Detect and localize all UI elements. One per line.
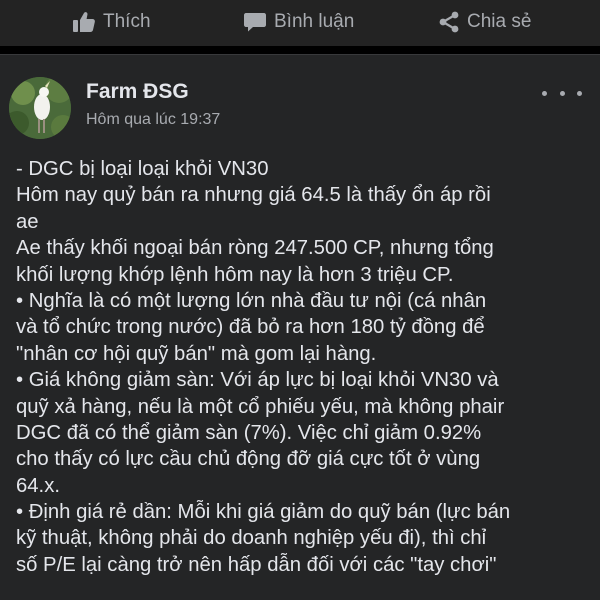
avatar-bird-image — [9, 77, 71, 139]
like-label: Thích — [103, 11, 151, 32]
like-button[interactable]: Thích — [72, 0, 151, 44]
comment-label: Bình luận — [274, 11, 355, 32]
post-text-line: • Nghĩa là có một lượng lớn nhà đầu tư n… — [16, 289, 487, 312]
post-timestamp[interactable]: Hôm qua lúc 19:37 — [86, 111, 220, 129]
share-icon — [438, 11, 460, 33]
post-text-line: cho thấy có lực cầu chủ động đỡ giá cực … — [16, 448, 481, 471]
more-options-button[interactable] — [542, 85, 582, 101]
post-text-line: • Giá không giảm sàn: Với áp lực bị loại… — [16, 369, 499, 392]
post-text: - DGC bị loại loại khỏi VN30 Hôm nay quỷ… — [16, 156, 596, 578]
post-text-line: kỹ thuật, không phải do doanh nghiệp yếu… — [16, 527, 487, 550]
more-dots-icon — [542, 90, 547, 96]
post-text-line: số P/E lại càng trở nên hấp dẫn đối với … — [16, 553, 497, 576]
author-name[interactable]: Farm ĐSG — [86, 80, 189, 104]
post-text-line: ae — [16, 210, 39, 233]
post-text-line: - DGC bị loại loại khỏi VN30 — [16, 158, 269, 180]
more-dots-icon — [559, 90, 565, 96]
post-text-line: "nhân cơ hội quỹ bán" mà gom lại hàng. — [16, 342, 377, 365]
comment-button[interactable]: Bình luận — [243, 0, 354, 44]
more-dots-icon — [577, 90, 582, 96]
post-text-line: quỹ xả hàng, nếu là một cổ phiếu yếu, mà… — [16, 395, 505, 418]
post-text-line: Hôm nay quỷ bán ra nhưng giá 64.5 là thấ… — [16, 184, 491, 207]
post-text-line: Ae thấy khối ngoại bán ròng 247.500 CP, … — [16, 237, 494, 260]
feed-separator — [0, 46, 600, 54]
post-card: Farm ĐSG Hôm qua lúc 19:37 - DGC bị loại… — [0, 54, 600, 600]
post-text-line: • Định giá rẻ dần: Mỗi khi giá giảm do q… — [16, 501, 511, 524]
share-button[interactable]: Chia sẻ — [438, 0, 531, 44]
post-text-line: khối lượng khớp lệnh hôm nay là hơn 3 tr… — [16, 263, 454, 286]
avatar[interactable] — [9, 77, 71, 139]
post-text-line: 64.x. — [16, 474, 60, 497]
share-label: Chia sẻ — [467, 11, 532, 32]
post-text-line: DGC đã có thể giảm sàn (7%). Việc chỉ gi… — [16, 421, 482, 444]
comment-icon — [243, 11, 267, 33]
post-text-line: và tổ chức trong nước) đã bỏ ra hơn 180 … — [16, 316, 485, 339]
thumbs-up-icon — [72, 11, 96, 33]
post-action-bar: Thích Bình luận Chia sẻ — [0, 0, 600, 46]
